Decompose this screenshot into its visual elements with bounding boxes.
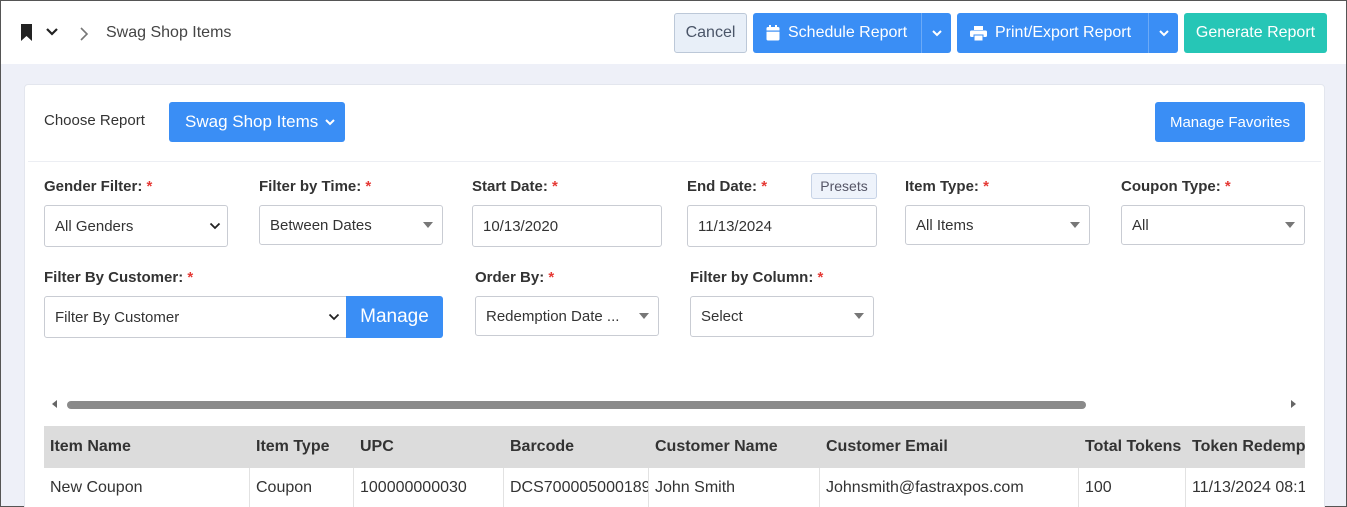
- gender-filter-select[interactable]: All Genders: [44, 205, 228, 247]
- breadcrumb-current: Swag Shop Items: [106, 24, 232, 41]
- order-by-value: Redemption Date ...: [486, 307, 620, 325]
- customer-filter-value: Filter By Customer: [55, 308, 180, 326]
- scroll-left-arrow[interactable]: [52, 400, 57, 408]
- column-header-token-redemption[interactable]: Token Redempt: [1186, 426, 1305, 468]
- table-row[interactable]: New Coupon Coupon 100000000030 DCS700005…: [44, 468, 1305, 507]
- column-header-customer-email[interactable]: Customer Email: [820, 426, 1079, 468]
- column-header-upc[interactable]: UPC: [354, 426, 504, 468]
- chevron-down-icon: [328, 313, 340, 321]
- column-header-item-name[interactable]: Item Name: [44, 426, 250, 468]
- cell-customer-name: John Smith: [649, 468, 820, 507]
- print-export-button[interactable]: Print/Export Report: [957, 13, 1178, 53]
- manage-favorites-button[interactable]: Manage Favorites: [1155, 102, 1305, 142]
- gender-filter-label: Gender Filter: *: [44, 178, 153, 195]
- table-header: Item Name Item Type UPC Barcode Customer…: [44, 426, 1305, 468]
- cell-total-tokens: 100: [1079, 468, 1186, 507]
- cell-token-redemption: 11/13/2024 08:1: [1192, 479, 1305, 496]
- report-select-label: Swag Shop Items: [185, 112, 319, 131]
- coupon-type-label: Coupon Type: *: [1121, 178, 1231, 195]
- coupon-type-value: All: [1132, 216, 1149, 234]
- column-filter-value: Select: [701, 308, 743, 325]
- printer-icon: [970, 25, 987, 41]
- dropdown-arrow-icon: [423, 222, 433, 228]
- choose-report-label: Choose Report: [44, 112, 145, 129]
- calendar-icon: [766, 25, 780, 41]
- dropdown-arrow-icon: [639, 313, 649, 319]
- cell-item-type: Coupon: [250, 468, 354, 507]
- dropdown-arrow-icon: [1070, 222, 1080, 228]
- report-select-button[interactable]: Swag Shop Items: [169, 102, 345, 142]
- column-header-barcode[interactable]: Barcode: [504, 426, 649, 468]
- chevron-right-icon: [80, 27, 89, 41]
- time-filter-label: Filter by Time: *: [259, 178, 372, 195]
- item-type-value: All Items: [916, 216, 974, 234]
- start-date-input[interactable]: 10/13/2020: [472, 205, 662, 247]
- print-export-dropdown[interactable]: [1148, 13, 1178, 53]
- column-filter-select[interactable]: Select: [690, 296, 874, 337]
- report-table: Item Name Item Type UPC Barcode Customer…: [44, 426, 1305, 507]
- schedule-report-dropdown[interactable]: [921, 13, 951, 53]
- order-by-label: Order By: *: [475, 269, 555, 286]
- customer-filter-select[interactable]: Filter By Customer: [44, 296, 347, 338]
- start-date-label: Start Date: *: [472, 178, 558, 195]
- cell-customer-email: Johnsmith@fastraxpos.com: [820, 468, 1079, 507]
- cell-upc: 100000000030: [354, 468, 504, 507]
- end-date-input[interactable]: 11/13/2024: [687, 205, 877, 247]
- schedule-report-label: Schedule Report: [788, 24, 908, 41]
- manage-customer-button[interactable]: Manage: [346, 296, 443, 338]
- chevron-down-icon[interactable]: [45, 26, 59, 38]
- item-type-label: Item Type: *: [905, 178, 989, 195]
- chevron-down-icon: [209, 222, 221, 230]
- cell-barcode: DCS700005000189: [504, 468, 649, 507]
- dropdown-arrow-icon: [854, 313, 864, 319]
- time-filter-value: Between Dates: [270, 216, 372, 234]
- coupon-type-select[interactable]: All: [1121, 205, 1305, 245]
- end-date-value: 11/13/2024: [698, 217, 772, 235]
- chevron-down-icon: [325, 119, 335, 126]
- print-export-main[interactable]: Print/Export Report: [957, 13, 1148, 53]
- column-header-customer-name[interactable]: Customer Name: [649, 426, 820, 468]
- schedule-report-main[interactable]: Schedule Report: [753, 13, 921, 53]
- chevron-down-icon: [931, 30, 942, 37]
- presets-button[interactable]: Presets: [811, 173, 877, 199]
- scroll-right-arrow[interactable]: [1291, 400, 1296, 408]
- cell-item-name: New Coupon: [44, 468, 250, 507]
- chevron-down-icon: [1158, 30, 1169, 37]
- divider: [28, 161, 1321, 162]
- end-date-label: End Date: *: [687, 178, 768, 195]
- time-filter-select[interactable]: Between Dates: [259, 205, 443, 245]
- column-header-item-type[interactable]: Item Type: [250, 426, 354, 468]
- dropdown-arrow-icon: [1285, 222, 1295, 228]
- generate-report-button[interactable]: Generate Report: [1184, 13, 1327, 53]
- cancel-button[interactable]: Cancel: [674, 13, 747, 53]
- customer-filter-label: Filter By Customer: *: [44, 269, 194, 286]
- schedule-report-button[interactable]: Schedule Report: [753, 13, 951, 53]
- print-export-label: Print/Export Report: [995, 24, 1132, 41]
- item-type-select[interactable]: All Items: [905, 205, 1090, 245]
- column-filter-label: Filter by Column: *: [690, 269, 824, 286]
- gender-filter-value: All Genders: [55, 217, 134, 235]
- start-date-value: 10/13/2020: [483, 217, 559, 235]
- scrollbar-thumb[interactable]: [67, 401, 1086, 409]
- column-header-total-tokens[interactable]: Total Tokens: [1079, 426, 1186, 468]
- order-by-select[interactable]: Redemption Date ...: [475, 296, 659, 336]
- bookmark-icon[interactable]: [20, 24, 33, 41]
